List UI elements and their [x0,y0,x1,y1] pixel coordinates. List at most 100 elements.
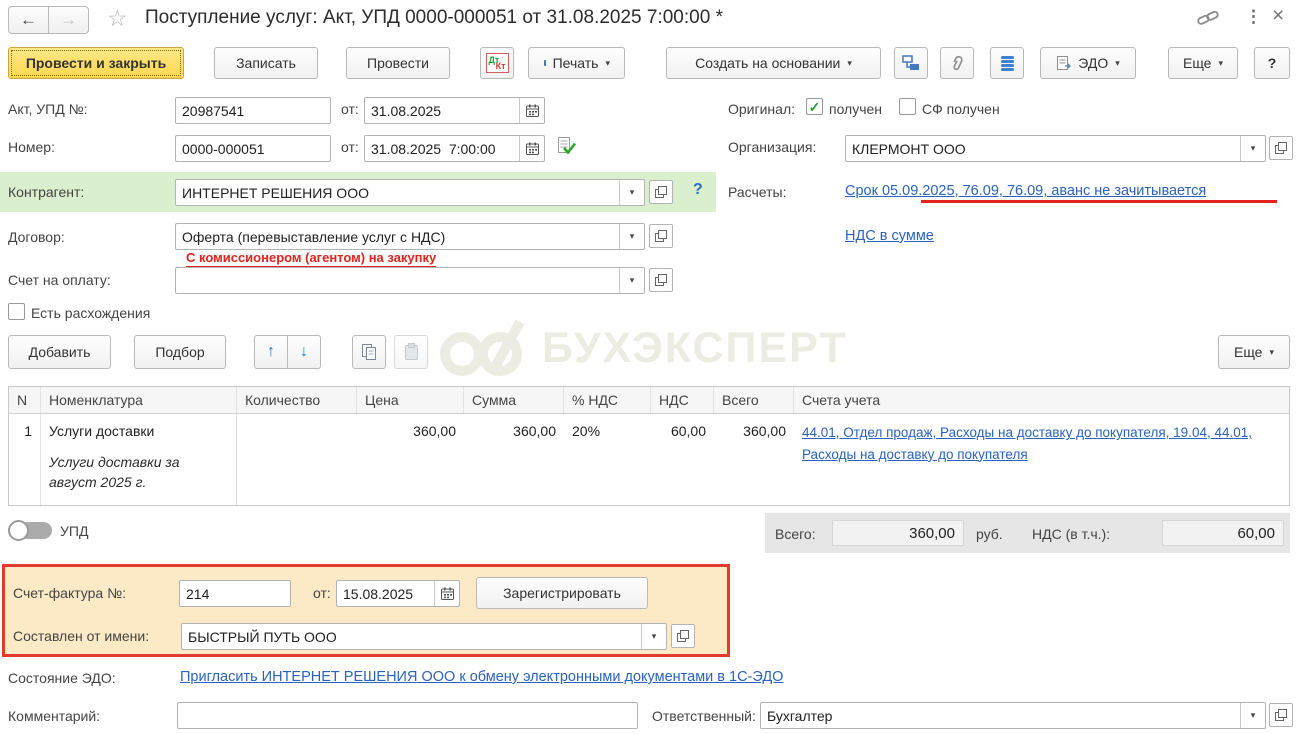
edo-invite-link[interactable]: Пригласить ИНТЕРНЕТ РЕШЕНИЯ ООО к обмену… [180,669,783,685]
open-form-icon [1275,709,1287,721]
add-row-button[interactable]: Добавить [8,335,111,369]
dropdown-button[interactable]: ▾ [619,180,644,205]
save-button[interactable]: Записать [214,47,318,79]
col-sum[interactable]: Сумма [464,387,564,413]
caret-down-icon: ▾ [1250,710,1256,720]
forward-button[interactable]: → [48,6,89,34]
document-check-icon[interactable] [556,136,577,161]
responsible-input[interactable] [761,703,1240,728]
register-invoice-label: Зарегистрировать [503,585,621,601]
counterparty-input[interactable] [176,180,619,205]
help-button[interactable]: ? [1254,47,1290,79]
calendar-icon[interactable] [519,136,544,161]
original-received-checkbox[interactable]: ✓ [806,98,823,115]
edo-button[interactable]: ЭДО ▾ [1040,47,1136,79]
more-button[interactable]: Еще ▾ [1168,47,1238,79]
col-n[interactable]: N [9,387,41,413]
show-postings-button[interactable]: Дт Кт [480,47,514,79]
table-row[interactable]: 1 Услуги доставки Услуги доставки за авг… [9,414,1289,505]
issued-by-open-button[interactable] [671,624,695,648]
copy-icon [361,344,376,360]
discrepancies-checkbox[interactable] [8,303,25,320]
register-invoice-button[interactable]: Зарегистрировать [476,577,648,609]
act-date-input[interactable] [365,98,519,123]
issued-by-input[interactable] [182,624,641,649]
dropdown-button[interactable]: ▾ [641,624,666,649]
calendar-icon[interactable] [434,581,459,606]
watermark: БУХЭКСПЕРТ [436,316,847,380]
counterparty-check-help[interactable]: ? [693,181,703,199]
total-label: Всего: [775,526,816,542]
upd-toggle[interactable] [8,520,52,541]
paste-rows-button[interactable] [394,335,428,369]
contract-input[interactable] [176,224,619,249]
payment-invoice-input[interactable] [176,268,619,293]
related-reports-button[interactable] [990,47,1024,79]
printer-icon [544,59,546,66]
dropdown-button[interactable]: ▾ [1240,703,1265,728]
number-date-input[interactable] [365,136,519,161]
totals-bar: Всего: 360,00 руб. НДС (в т.ч.): 60,00 [765,513,1290,553]
calendar-icon[interactable] [519,98,544,123]
responsible-field: ▾ [760,702,1266,729]
responsible-open-button[interactable] [1269,703,1293,727]
attachments-button[interactable] [940,47,974,79]
back-button[interactable]: ← [8,6,49,34]
print-button[interactable]: Печать ▾ [528,47,625,79]
dropdown-button[interactable]: ▾ [619,268,644,293]
accounts-link[interactable]: 44.01, Отдел продаж, Расходы на доставку… [802,421,1281,465]
post-button[interactable]: Провести [346,47,450,79]
settlements-link[interactable]: Срок 05.09.2025, 76.09, 76.09, аванс не … [845,183,1206,199]
col-total[interactable]: Всего [714,387,794,413]
col-vat-rate[interactable]: % НДС [564,387,651,413]
invoice-number-label: Счет-фактура №: [13,585,127,601]
organization-open-button[interactable] [1269,136,1293,160]
act-number-input[interactable] [175,97,331,124]
vat-in-sum-link[interactable]: НДС в сумме [845,228,934,244]
counterparty-open-button[interactable] [649,180,673,204]
contract-open-button[interactable] [649,224,673,248]
cell-vat: 60,00 [670,423,706,439]
payment-invoice-open-button[interactable] [649,268,673,292]
table-more-button[interactable]: Еще ▾ [1218,335,1290,369]
forward-icon: → [60,10,77,29]
more-label: Еще [1182,55,1212,71]
pick-button[interactable]: Подбор [134,335,226,369]
organization-input[interactable] [846,136,1240,161]
help-label: ? [1267,55,1277,71]
paperclip-icon [953,55,963,70]
kebab-menu-icon[interactable]: ⋮ [1245,7,1262,27]
open-form-icon [655,274,667,286]
structure-icon [902,55,919,70]
issued-by-label: Составлен от имени: [13,628,150,644]
items-table-header: N Номенклатура Количество Цена Сумма % Н… [9,387,1289,414]
copy-rows-button[interactable] [352,335,386,369]
col-accounts[interactable]: Счета учета [794,387,1289,413]
pick-label: Подбор [155,344,205,360]
organization-field: ▾ [845,135,1266,162]
comment-label: Комментарий: [8,708,101,724]
get-link-icon[interactable] [1196,9,1220,32]
col-nomenclature[interactable]: Номенклатура [41,387,237,413]
create-based-on-button[interactable]: Создать на основании ▾ [666,47,881,79]
sf-received-checkbox[interactable] [899,98,916,115]
invoice-date-input[interactable] [337,581,434,606]
document-structure-button[interactable] [894,47,928,79]
favorite-star-icon[interactable]: ☆ [107,5,128,32]
responsible-label: Ответственный: [652,708,756,724]
caret-down-icon: ▾ [1250,143,1256,153]
col-qty[interactable]: Количество [237,387,357,413]
post-and-close-button[interactable]: Провести и закрыть [8,47,184,79]
move-down-button[interactable]: ↓ [287,335,321,369]
col-vat[interactable]: НДС [651,387,714,413]
close-icon[interactable]: × [1272,4,1284,28]
comment-input[interactable] [177,702,638,729]
move-up-button[interactable]: ↑ [254,335,288,369]
open-form-icon [1275,142,1287,154]
number-input[interactable] [175,135,331,162]
invoice-number-input[interactable] [179,580,291,607]
dropdown-button[interactable]: ▾ [1240,136,1265,161]
back-icon: ← [20,10,37,29]
dropdown-button[interactable]: ▾ [619,224,644,249]
col-price[interactable]: Цена [357,387,464,413]
